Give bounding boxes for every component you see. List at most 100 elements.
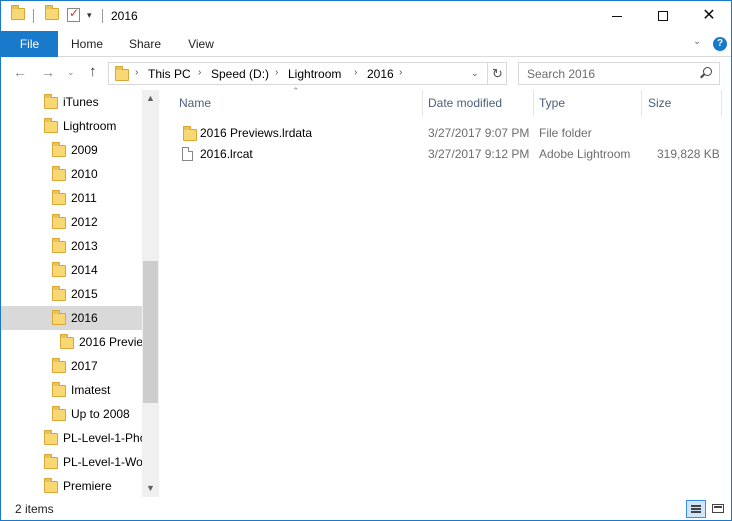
- file-date: 3/27/2017 9:12 PM: [428, 147, 530, 161]
- tree-item-imatest[interactable]: Imatest: [1, 378, 142, 402]
- close-button[interactable]: ✕: [686, 1, 732, 31]
- forward-arrow-icon[interactable]: →: [41, 64, 55, 80]
- file-row[interactable]: 2016.lrcat 3/27/2017 9:12 PM Adobe Light…: [177, 144, 725, 164]
- navigation-bar: ← → ⌄ ↑ › This PC › Speed (D:) › Lightro…: [1, 58, 731, 88]
- scroll-thumb[interactable]: [143, 261, 158, 403]
- address-folder-icon: [115, 66, 129, 81]
- folder-icon: [52, 286, 66, 301]
- tree-item-label: PL-Level-1-Workshop: [63, 455, 142, 469]
- scroll-down-arrow-icon[interactable]: ▼: [142, 480, 159, 497]
- file-name: 2016 Previews.lrdata: [200, 126, 313, 140]
- tree-item-label: 2010: [71, 167, 98, 181]
- tree-item-label: 2009: [71, 143, 98, 157]
- file-type: File folder: [539, 126, 592, 140]
- toolbar-separator: [33, 9, 34, 23]
- tree-item-lightroom[interactable]: Lightroom: [1, 114, 142, 138]
- customize-toolbar-chevron-icon[interactable]: ▾: [87, 10, 92, 21]
- tree-item-label: Up to 2008: [71, 407, 130, 421]
- tree-item-up-to-2008[interactable]: Up to 2008: [1, 402, 142, 426]
- minimize-button[interactable]: [594, 1, 640, 31]
- refresh-icon: ↻: [492, 66, 503, 81]
- tree-item-premiere[interactable]: Premiere: [1, 474, 142, 497]
- status-bar: 2 items: [1, 498, 731, 520]
- tree-item-label: Imatest: [71, 383, 111, 397]
- folder-icon: [52, 214, 66, 229]
- expand-ribbon-chevron-icon[interactable]: ⌄: [693, 36, 701, 47]
- tree-item-2014[interactable]: 2014: [1, 258, 142, 282]
- navigation-pane[interactable]: iTunes Lightroom 2009 2010 2011 2012 201…: [1, 90, 159, 497]
- breadcrumb-separator-icon[interactable]: ›: [399, 67, 402, 78]
- folder-icon: [44, 94, 58, 109]
- breadcrumb-separator-icon[interactable]: ›: [198, 67, 201, 78]
- help-icon[interactable]: ?: [713, 37, 727, 51]
- address-history-chevron-icon[interactable]: ⌄: [471, 68, 479, 79]
- tree-item-2013[interactable]: 2013: [1, 234, 142, 258]
- tree-item-2012[interactable]: 2012: [1, 210, 142, 234]
- scroll-up-arrow-icon[interactable]: ▲: [142, 90, 159, 107]
- column-divider[interactable]: [721, 90, 722, 116]
- search-input[interactable]: Search 2016: [527, 67, 595, 81]
- tree-item-2016-previews[interactable]: 2016 Previews.lrdata: [1, 330, 142, 354]
- recent-locations-chevron-icon[interactable]: ⌄: [67, 67, 75, 78]
- maximize-button[interactable]: [640, 1, 686, 31]
- folder-icon: [44, 430, 58, 445]
- details-view-button[interactable]: [686, 500, 706, 518]
- tree-item-label: 2011: [71, 191, 97, 205]
- search-box[interactable]: Search 2016: [518, 62, 720, 85]
- column-divider[interactable]: [533, 90, 534, 116]
- large-icons-view-button[interactable]: [708, 500, 728, 518]
- breadcrumb-separator-icon[interactable]: ›: [354, 67, 357, 78]
- tree-item-pl-level-1-photoshop[interactable]: PL-Level-1-Photoshop: [1, 426, 142, 450]
- sort-ascending-icon: ⌃: [292, 86, 300, 96]
- tree-item-2009[interactable]: 2009: [1, 138, 142, 162]
- tree-item-label: 2015: [71, 287, 98, 301]
- column-divider[interactable]: [422, 90, 423, 116]
- tree-item-label: 2017: [71, 359, 98, 373]
- breadcrumb-speed-d[interactable]: Speed (D:): [211, 67, 269, 81]
- folder-icon: [44, 454, 58, 469]
- window-folder-icon: [11, 5, 25, 20]
- large-icons-view-icon: [712, 504, 724, 513]
- breadcrumb-this-pc[interactable]: This PC: [148, 67, 191, 81]
- tree-item-2010[interactable]: 2010: [1, 162, 142, 186]
- tree-item-itunes[interactable]: iTunes: [1, 90, 142, 114]
- folder-icon: [52, 238, 66, 253]
- column-header-name[interactable]: Name: [179, 96, 211, 110]
- breadcrumb-separator-icon[interactable]: ›: [275, 67, 278, 78]
- tree-item-label: 2016: [71, 311, 98, 325]
- breadcrumb-2016[interactable]: 2016: [367, 67, 394, 81]
- nav-pane-scrollbar[interactable]: ▲ ▼: [142, 90, 159, 497]
- tab-share[interactable]: Share: [121, 31, 169, 57]
- refresh-button[interactable]: ↻: [487, 63, 507, 84]
- tree-item-2017[interactable]: 2017: [1, 354, 142, 378]
- up-arrow-icon[interactable]: ↑: [89, 63, 97, 80]
- file-icon: [182, 147, 193, 161]
- tab-file[interactable]: File: [1, 31, 58, 57]
- tree-item-pl-level-1-workshop[interactable]: PL-Level-1-Workshop: [1, 450, 142, 474]
- tree-item-2011[interactable]: 2011: [1, 186, 142, 210]
- column-header-date-modified[interactable]: Date modified: [428, 96, 502, 110]
- tree-item-label: 2013: [71, 239, 98, 253]
- address-bar[interactable]: › This PC › Speed (D:) › Lightroom › 201…: [108, 62, 507, 85]
- column-divider[interactable]: [641, 90, 642, 116]
- search-icon[interactable]: [700, 67, 712, 79]
- folder-icon: [60, 334, 74, 349]
- folder-icon: [52, 358, 66, 373]
- breadcrumb-lightroom[interactable]: Lightroom: [288, 67, 341, 81]
- tab-view[interactable]: View: [177, 31, 225, 57]
- file-list[interactable]: ⌃ Name Date modified Type Size 2016 Prev…: [161, 86, 731, 497]
- breadcrumb-separator-icon[interactable]: ›: [135, 67, 138, 78]
- tree-item-label: iTunes: [63, 95, 99, 109]
- file-row[interactable]: 2016 Previews.lrdata 3/27/2017 9:07 PM F…: [177, 123, 725, 143]
- back-arrow-icon[interactable]: ←: [13, 64, 27, 80]
- column-header-type[interactable]: Type: [539, 96, 565, 110]
- tree-item-2015[interactable]: 2015: [1, 282, 142, 306]
- ribbon-tabs: File Home Share View ⌄ ?: [1, 31, 731, 57]
- tree-item-2016[interactable]: 2016: [1, 306, 142, 330]
- tab-home[interactable]: Home: [63, 31, 111, 57]
- maximize-icon: [658, 10, 668, 21]
- column-header-size[interactable]: Size: [648, 96, 671, 110]
- new-folder-icon[interactable]: [45, 5, 59, 20]
- title-bar[interactable]: ▾ 2016 ✕: [1, 1, 731, 31]
- properties-icon[interactable]: [67, 6, 80, 22]
